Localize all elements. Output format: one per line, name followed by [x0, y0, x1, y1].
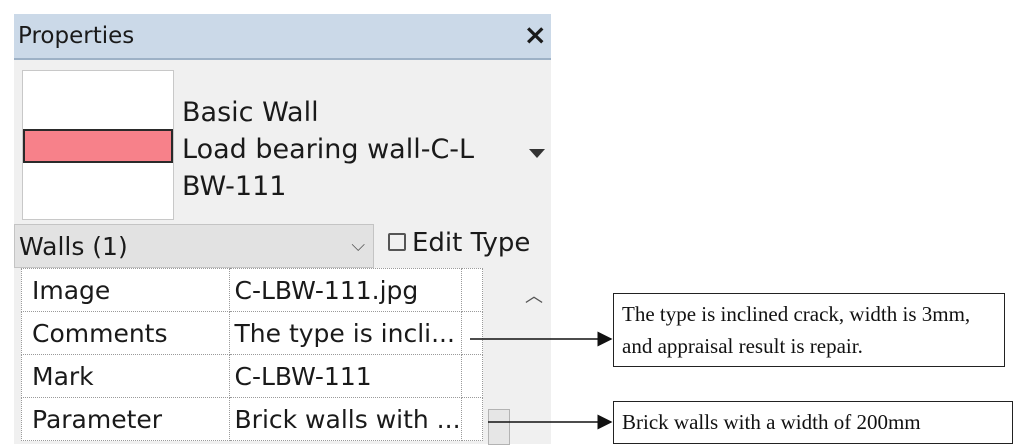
parameter-callout: Brick walls with a width of 200mm [613, 401, 1013, 444]
comments-callout: The type is inclined crack, width is 3mm… [613, 293, 1005, 367]
callout-arrows [470, 331, 613, 430]
